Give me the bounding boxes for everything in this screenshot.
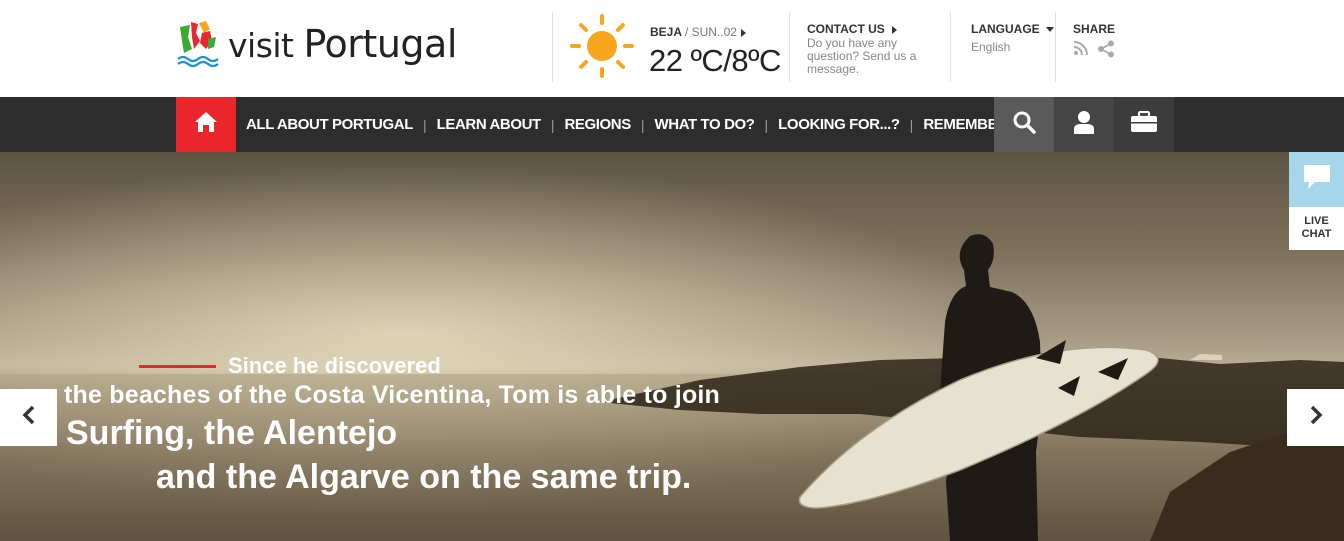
chevron-right-icon xyxy=(891,25,897,34)
contact-us-text: Do you have any question? Send us a mess… xyxy=(807,36,917,76)
carousel-next-button[interactable] xyxy=(1287,389,1344,446)
live-chat-label: LIVE CHAT xyxy=(1301,215,1332,240)
chevron-left-icon xyxy=(22,405,36,430)
rss-icon[interactable] xyxy=(1073,40,1089,63)
language-label[interactable]: LANGUAGE xyxy=(971,22,1054,36)
hero-banner: Since he discovered the beaches of the C… xyxy=(0,152,1344,541)
weather-location[interactable]: BEJA / SUN..02 xyxy=(650,25,746,39)
divider xyxy=(1055,12,1056,82)
logo-text: visit Portugal xyxy=(228,22,457,66)
home-button[interactable] xyxy=(176,97,236,152)
share-label: SHARE xyxy=(1073,22,1116,36)
divider xyxy=(552,12,553,82)
portugal-logo-icon xyxy=(176,19,222,69)
nav-item-looking-for[interactable]: LOOKING FOR...? xyxy=(778,116,900,133)
nav-separator: | xyxy=(909,116,914,133)
nav-separator: | xyxy=(422,116,427,133)
chevron-right-icon xyxy=(1309,405,1323,430)
language-value: English xyxy=(971,40,1011,54)
weather-widget[interactable]: BEJA / SUN..02 22 ºC/8ºC xyxy=(569,13,781,79)
hero-headline-line2: and the Algarve on the same trip. xyxy=(156,458,692,496)
share-icon[interactable] xyxy=(1097,40,1115,63)
carousel-prev-button[interactable] xyxy=(0,389,57,446)
divider xyxy=(789,12,790,82)
chevron-down-icon xyxy=(1045,27,1054,33)
share-section: SHARE xyxy=(1073,22,1115,63)
user-icon xyxy=(1073,110,1095,139)
sun-icon xyxy=(569,13,635,79)
nav-item-learn-about[interactable]: LEARN ABOUT xyxy=(437,116,542,133)
nav-separator: | xyxy=(640,116,645,133)
briefcase-icon xyxy=(1130,110,1158,138)
nav-item-all-about-portugal[interactable]: ALL ABOUT PORTUGAL xyxy=(246,116,413,133)
home-icon xyxy=(194,111,218,138)
hero-accent-line xyxy=(139,365,216,368)
briefcase-button[interactable] xyxy=(1114,97,1174,152)
hero-headline: Surfing, the Alentejo xyxy=(66,414,398,452)
nav-menu: ALL ABOUT PORTUGAL | LEARN ABOUT | REGIO… xyxy=(246,97,1076,152)
language-selector[interactable]: LANGUAGE English xyxy=(971,22,1054,54)
search-icon xyxy=(1012,110,1036,139)
nav-separator: | xyxy=(550,116,555,133)
chat-bubble-icon xyxy=(1303,164,1331,195)
site-header: visit Portugal BEJA / SUN..02 22 ºC/8ºC … xyxy=(0,0,1344,97)
chevron-right-icon xyxy=(740,28,746,37)
weather-temperature: 22 ºC/8ºC xyxy=(649,43,781,78)
nav-separator: | xyxy=(764,116,769,133)
contact-us[interactable]: CONTACT US Do you have any question? Sen… xyxy=(807,22,937,76)
user-button[interactable] xyxy=(1054,97,1114,152)
nav-item-regions[interactable]: REGIONS xyxy=(564,116,631,133)
search-button[interactable] xyxy=(994,97,1054,152)
nav-item-what-to-do[interactable]: WHAT TO DO? xyxy=(655,116,755,133)
hero-text-line2: the beaches of the Costa Vicentina, Tom … xyxy=(64,381,721,409)
live-chat-button[interactable]: LIVE CHAT xyxy=(1289,152,1344,250)
contact-us-label[interactable]: CONTACT US xyxy=(807,22,937,36)
main-nav: ALL ABOUT PORTUGAL | LEARN ABOUT | REGIO… xyxy=(0,97,1344,152)
divider xyxy=(950,12,951,82)
site-logo[interactable]: visit Portugal xyxy=(176,19,457,69)
hero-text-line1: Since he discovered xyxy=(228,353,441,378)
